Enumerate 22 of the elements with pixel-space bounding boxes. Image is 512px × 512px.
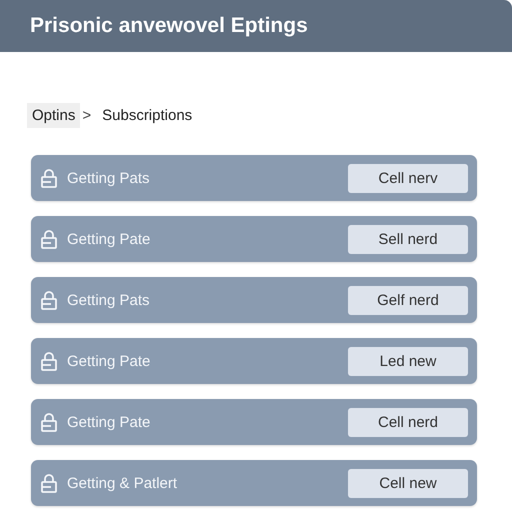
breadcrumb-item[interactable]: Optins: [27, 103, 80, 128]
row-label: Getting Pats: [67, 170, 151, 186]
lock-icon: [40, 412, 58, 432]
row-label: Getting Pate: [67, 230, 152, 248]
row-button[interactable]: Gelf nerd: [348, 286, 468, 314]
lock-icon: [40, 229, 58, 249]
lock-icon: [40, 290, 58, 310]
row-button[interactable]: Cell nerv: [348, 164, 468, 192]
row-button[interactable]: Sell nerd: [348, 224, 468, 254]
row-button[interactable]: Cell new: [348, 468, 468, 498]
breadcrumb-separator: >: [82, 107, 92, 124]
row-label: Getting Pats: [67, 292, 151, 308]
lock-icon: [40, 473, 58, 493]
breadcrumb-item: Subscriptions: [101, 106, 194, 126]
row-label: Getting Pate: [67, 352, 152, 370]
row-button[interactable]: Led new: [348, 346, 468, 376]
row-label: Getting & Patlert: [67, 474, 178, 492]
row-button[interactable]: Cell nerd: [348, 408, 468, 436]
row-label: Getting Pate: [67, 414, 152, 430]
lock-icon: [40, 351, 58, 371]
window-title: Prisonic anvewovel Eptings: [30, 14, 308, 38]
lock-icon: [40, 168, 58, 188]
